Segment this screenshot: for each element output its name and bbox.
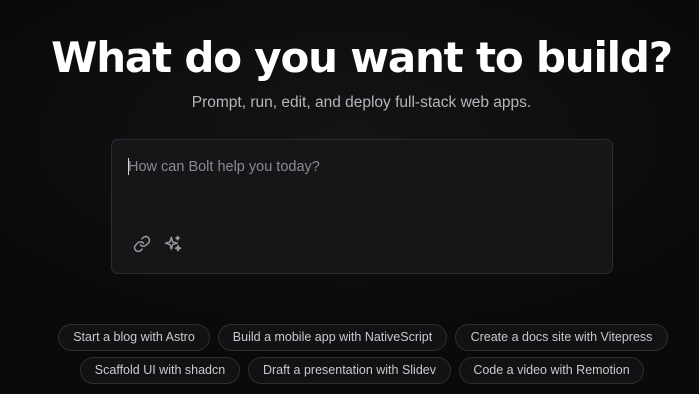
prompt-input[interactable] bbox=[128, 157, 598, 217]
page-title: What do you want to build? bbox=[51, 33, 673, 82]
suggestion-chip-vitepress[interactable]: Create a docs site with Vitepress bbox=[455, 324, 668, 351]
suggestion-chip-slidev[interactable]: Draft a presentation with Slidev bbox=[248, 357, 451, 384]
suggestion-chip-shadcn[interactable]: Scaffold UI with shadcn bbox=[80, 357, 240, 384]
attach-button[interactable] bbox=[131, 233, 153, 255]
page-subtitle: Prompt, run, edit, and deploy full-stack… bbox=[191, 94, 532, 111]
enhance-prompt-button[interactable] bbox=[162, 233, 184, 255]
sparkles-icon bbox=[163, 234, 183, 254]
suggestion-chip-remotion[interactable]: Code a video with Remotion bbox=[459, 357, 644, 384]
prompt-box[interactable] bbox=[111, 139, 613, 274]
text-caret bbox=[128, 158, 129, 175]
suggestion-chip-nativescript[interactable]: Build a mobile app with NativeScript bbox=[218, 324, 447, 351]
suggestion-chip-astro[interactable]: Start a blog with Astro bbox=[58, 324, 210, 351]
link-icon bbox=[133, 235, 151, 253]
